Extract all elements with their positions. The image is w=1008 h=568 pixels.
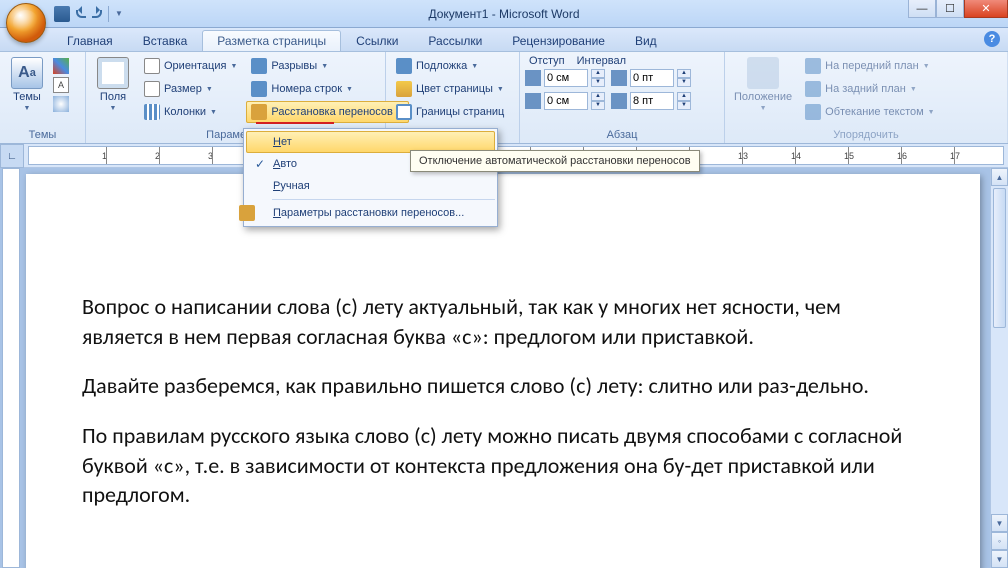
tab-references[interactable]: Ссылки xyxy=(341,30,413,51)
tab-insert[interactable]: Вставка xyxy=(128,30,203,51)
spacing-before-icon xyxy=(611,70,627,86)
next-page-button[interactable]: ▼ xyxy=(991,550,1008,568)
text-wrap-icon xyxy=(805,104,821,120)
document-page[interactable]: Вопрос о написании слова (с) лету актуал… xyxy=(26,174,980,568)
watermark-button[interactable]: Подложка▼ xyxy=(391,55,509,77)
send-back-icon xyxy=(805,81,821,97)
indent-right-spinner[interactable]: ▲▼ xyxy=(525,90,605,112)
text-wrap-button: Обтекание текстом▼ xyxy=(800,101,939,123)
scroll-up-button[interactable]: ▲ xyxy=(991,168,1008,186)
orientation-icon xyxy=(144,58,160,74)
tab-page-layout[interactable]: Разметка страницы xyxy=(202,30,341,51)
indent-right-icon xyxy=(525,93,541,109)
orientation-button[interactable]: Ориентация▼ xyxy=(139,55,242,77)
dropdown-item-options[interactable]: Параметры расстановки переносов... xyxy=(246,202,495,224)
line-numbers-button[interactable]: Номера строк▼ xyxy=(246,78,408,100)
indent-left-icon xyxy=(525,70,541,86)
position-button: Положение ▼ xyxy=(730,55,796,114)
group-label-arrange: Упорядочить xyxy=(730,128,1002,142)
annotation-underline xyxy=(256,122,334,124)
dropdown-separator xyxy=(272,199,495,200)
scroll-down-button[interactable]: ▼ xyxy=(991,514,1008,532)
theme-colors-icon[interactable] xyxy=(53,58,69,74)
close-button[interactable]: ✕ xyxy=(964,0,1008,18)
columns-icon xyxy=(144,104,160,120)
margins-icon xyxy=(97,57,129,89)
hyphenation-dropdown: Нет ✓Авто Ручная Параметры расстановки п… xyxy=(243,128,498,227)
office-button[interactable] xyxy=(6,3,46,43)
vertical-ruler[interactable] xyxy=(2,168,20,568)
watermark-icon xyxy=(396,58,412,74)
tab-home[interactable]: Главная xyxy=(52,30,128,51)
help-icon[interactable]: ? xyxy=(984,31,1000,47)
position-icon xyxy=(747,57,779,89)
hyphenation-button[interactable]: Расстановка переносов▼ xyxy=(246,101,408,123)
theme-fonts-icon[interactable]: A xyxy=(53,77,69,93)
save-icon[interactable] xyxy=(54,6,70,22)
spacing-after-spinner[interactable]: ▲▼ xyxy=(611,90,691,112)
size-button[interactable]: Размер▼ xyxy=(139,78,242,100)
bring-front-button: На передний план▼ xyxy=(800,55,939,77)
ribbon-tabs: Главная Вставка Разметка страницы Ссылки… xyxy=(0,28,1008,52)
tab-mailings[interactable]: Рассылки xyxy=(413,30,497,51)
hyphenation-icon xyxy=(251,104,267,120)
themes-button[interactable]: Aa Темы ▼ xyxy=(5,55,49,114)
columns-button[interactable]: Колонки▼ xyxy=(139,101,242,123)
bring-front-icon xyxy=(805,58,821,74)
indent-label: Отступ xyxy=(529,55,565,67)
margins-button[interactable]: Поля ▼ xyxy=(91,55,135,114)
size-icon xyxy=(144,81,160,97)
window-title: Документ1 - Microsoft Word xyxy=(428,7,579,21)
line-numbers-icon xyxy=(251,81,267,97)
qat-customize-icon[interactable]: ▼ xyxy=(115,9,123,18)
tooltip: Отключение автоматической расстановки пе… xyxy=(410,150,700,172)
page-color-icon xyxy=(396,81,412,97)
tab-view[interactable]: Вид xyxy=(620,30,672,51)
tab-review[interactable]: Рецензирование xyxy=(497,30,620,51)
prev-page-button[interactable]: ◦ xyxy=(991,532,1008,550)
themes-icon: Aa xyxy=(11,57,43,89)
send-back-button: На задний план▼ xyxy=(800,78,939,100)
paragraph-3: По правилам русского языка слово (с) лет… xyxy=(82,421,924,510)
hyphenation-options-icon xyxy=(239,205,255,221)
spacing-after-icon xyxy=(611,93,627,109)
undo-icon[interactable] xyxy=(76,10,86,18)
spacing-before-spinner[interactable]: ▲▼ xyxy=(611,67,691,89)
theme-effects-icon[interactable] xyxy=(53,96,69,112)
indent-left-spinner[interactable]: ▲▼ xyxy=(525,67,605,89)
spacing-label: Интервал xyxy=(577,55,626,67)
breaks-button[interactable]: Разрывы▼ xyxy=(246,55,408,77)
qat-separator xyxy=(108,6,109,22)
dropdown-item-manual[interactable]: Ручная xyxy=(246,175,495,197)
scroll-thumb[interactable] xyxy=(993,188,1006,328)
page-borders-icon xyxy=(396,104,412,120)
paragraph-2: Давайте разберемся, как правильно пишетс… xyxy=(82,371,924,401)
breaks-icon xyxy=(251,58,267,74)
page-color-button[interactable]: Цвет страницы▼ xyxy=(391,78,509,100)
group-label-paragraph: Абзац xyxy=(525,128,719,142)
vertical-scrollbar[interactable]: ▲ ▼ ◦ ▼ xyxy=(990,168,1008,568)
paragraph-1: Вопрос о написании слова (с) лету актуал… xyxy=(82,292,924,351)
maximize-button[interactable]: ☐ xyxy=(936,0,964,18)
tab-selector[interactable]: ∟ xyxy=(0,144,24,168)
group-label-themes: Темы xyxy=(5,128,80,142)
redo-icon[interactable] xyxy=(92,10,102,18)
ribbon: Aa Темы ▼ A Темы Поля ▼ Ориентация▼ Разм… xyxy=(0,52,1008,144)
page-borders-button[interactable]: Границы страниц xyxy=(391,101,509,123)
minimize-button[interactable]: — xyxy=(908,0,936,18)
